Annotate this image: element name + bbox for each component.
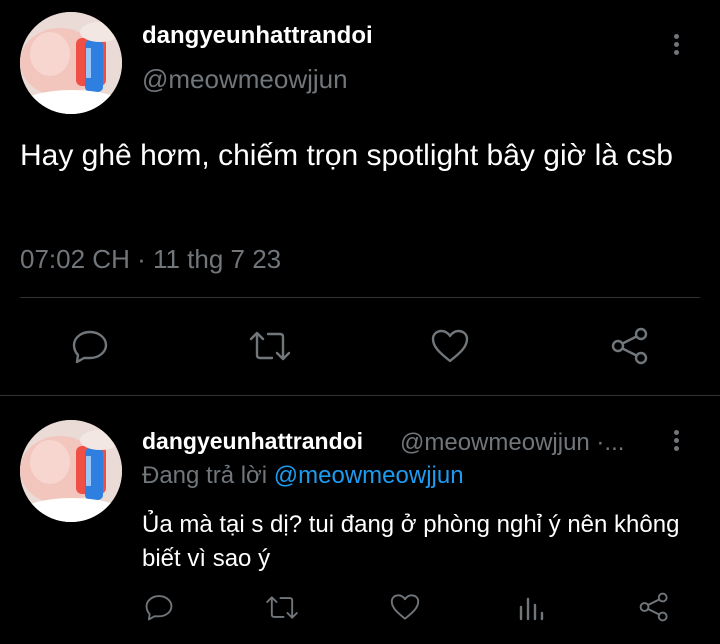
tweet-date: 11 thg 7 23: [152, 244, 282, 274]
share-icon: [611, 327, 648, 365]
avatar[interactable]: [20, 12, 122, 114]
reply-icon: [145, 595, 173, 621]
share-icon: [639, 592, 668, 622]
main-tweet: dangyeunhattrandoi @meowmeowjjun Hay ghê…: [0, 0, 720, 396]
retweet-button[interactable]: [246, 326, 294, 366]
user-handle[interactable]: @meowmeowjjun ·...: [400, 429, 624, 457]
tweet-time: 07:02 CH: [20, 244, 130, 274]
more-options-icon[interactable]: [673, 34, 681, 58]
divider: [0, 395, 720, 396]
divider: [20, 297, 700, 298]
tweet-text: Ủa mà tại s dị? tui đang ở phòng nghỉ ý …: [142, 511, 680, 572]
analytics-button[interactable]: [514, 590, 548, 624]
user-handle[interactable]: @meowmeowjjun: [142, 64, 348, 95]
replying-to: Đang trả lời @meowmeowjjun: [142, 462, 464, 490]
like-icon: [390, 594, 420, 620]
mention-link[interactable]: @meowmeowjjun: [274, 462, 464, 489]
tweet-text: Hay ghê hơm, chiếm trọn spotlight bây gi…: [20, 139, 673, 172]
retweet-icon: [266, 595, 298, 619]
share-button[interactable]: [636, 590, 672, 624]
meta-separator: ·: [129, 244, 153, 274]
analytics-icon: [519, 597, 544, 621]
share-button[interactable]: [608, 326, 652, 366]
retweet-icon: [249, 331, 291, 361]
avatar[interactable]: [20, 420, 122, 522]
tweet-timestamp[interactable]: 07:02 CH · 11 thg 7 23: [20, 244, 281, 275]
reply-button[interactable]: [140, 590, 178, 624]
like-button[interactable]: [386, 590, 424, 624]
more-options-icon[interactable]: [673, 430, 681, 454]
like-icon: [431, 329, 469, 363]
reply-icon: [72, 330, 108, 364]
like-button[interactable]: [428, 326, 472, 366]
avatar-image: [20, 12, 122, 114]
display-name[interactable]: dangyeunhattrandoi: [142, 428, 363, 455]
replying-prefix: Đang trả lời: [142, 462, 268, 489]
retweet-button[interactable]: [262, 590, 302, 624]
avatar-image: [20, 420, 122, 522]
reply-button[interactable]: [68, 326, 112, 366]
display-name[interactable]: dangyeunhattrandoi: [142, 22, 373, 50]
